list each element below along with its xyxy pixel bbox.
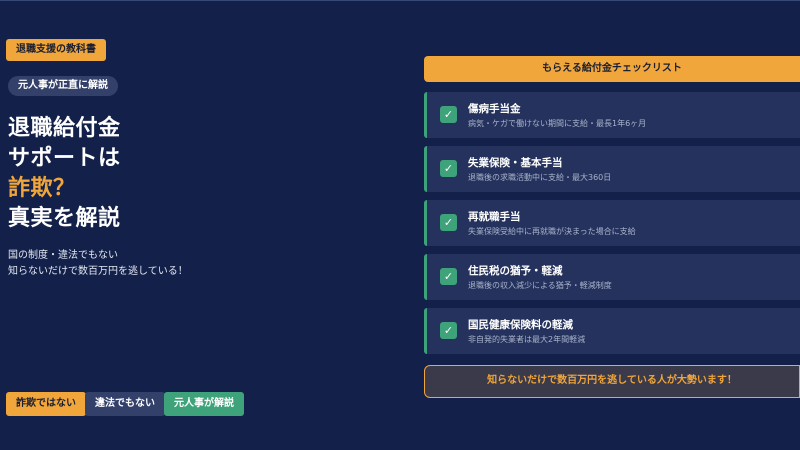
headline-line-4: 真実を解説: [8, 206, 121, 231]
brand-pill: 退職支援の教科書: [6, 39, 106, 61]
check-icon: ✓: [440, 214, 457, 231]
checklist-item: ✓ 住民税の猶予・軽減 退職後の収入減少による猶予・軽減制度: [424, 254, 800, 300]
checklist-item: ✓ 失業保険・基本手当 退職後の求職活動中に支給・最大360日: [424, 146, 800, 192]
description-line-2: 知らないだけで数百万円を逃している！: [8, 266, 188, 277]
tag-not-fraud: 詐欺ではない: [6, 392, 86, 416]
checklist-item-subtitle: 失業保険受給中に再就職が決まった場合に支給: [468, 227, 636, 236]
check-icon: ✓: [440, 268, 457, 285]
check-icon: ✓: [440, 322, 457, 339]
checklist-header: もらえる給付金チェックリスト: [424, 56, 800, 82]
checklist-item-title: 国民健康保険料の軽減: [468, 319, 573, 331]
checklist-item-subtitle: 病気・ケガで働けない期間に支給・最長1年6ヶ月: [468, 119, 647, 128]
headline: 退職給付金 サポートは 詐欺？ 真実を解説: [8, 114, 121, 234]
checklist-item: ✓ 再就職手当 失業保険受給中に再就職が決まった場合に支給: [424, 200, 800, 246]
author-pill: 元人事が正直に解説: [8, 76, 118, 96]
warning-banner: 知らないだけで数百万円を逃している人が大勢います！: [424, 365, 800, 398]
headline-line-3: 詐欺？: [8, 176, 76, 201]
checklist-item: ✓ 傷病手当金 病気・ケガで働けない期間に支給・最長1年6ヶ月: [424, 92, 800, 138]
check-icon: ✓: [440, 160, 457, 177]
checklist-item-title: 住民税の猶予・軽減: [468, 265, 563, 277]
tag-not-illegal: 違法でもない: [85, 392, 165, 416]
checklist-item-subtitle: 退職後の求職活動中に支給・最大360日: [468, 173, 612, 182]
checklist-item: ✓ 国民健康保険料の軽減 非自発的失業者は最大2年間軽減: [424, 308, 800, 354]
tag-hr-explains: 元人事が解説: [164, 392, 244, 416]
headline-line-2: サポートは: [8, 146, 121, 171]
headline-line-1: 退職給付金: [8, 116, 121, 141]
check-icon: ✓: [440, 106, 457, 123]
checklist-item-title: 傷病手当金: [468, 103, 521, 115]
description: 国の制度・違法でもない 知らないだけで数百万円を逃している！: [8, 248, 188, 280]
checklist-item-subtitle: 退職後の収入減少による猶予・軽減制度: [468, 281, 612, 290]
checklist-item-title: 失業保険・基本手当: [468, 157, 563, 169]
description-line-1: 国の制度・違法でもない: [8, 250, 118, 261]
checklist-item-subtitle: 非自発的失業者は最大2年間軽減: [468, 335, 586, 344]
checklist-item-title: 再就職手当: [468, 211, 521, 223]
